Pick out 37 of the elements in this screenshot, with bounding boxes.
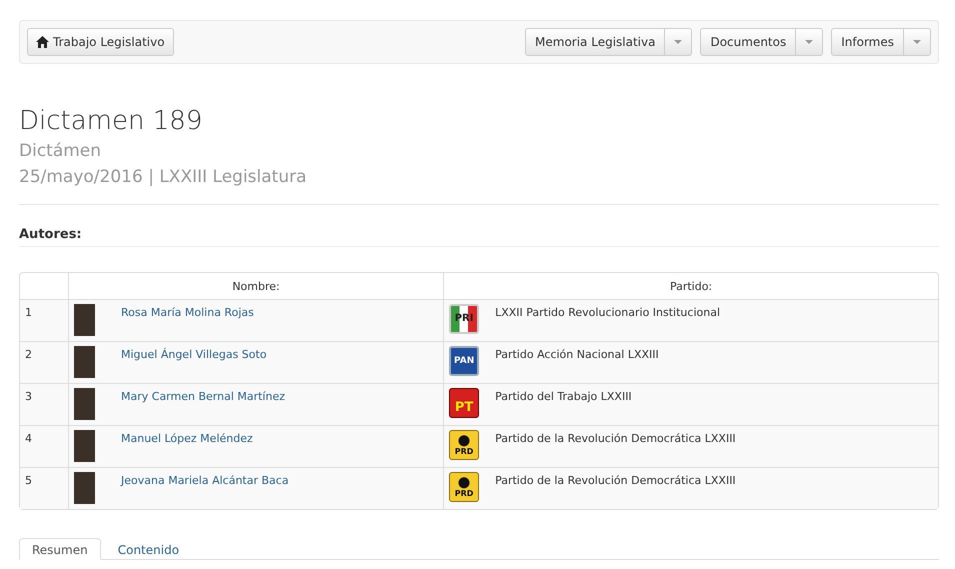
party-logo: PRD (449, 430, 480, 460)
party-logo: PRI (449, 304, 480, 334)
home-button[interactable]: Trabajo Legislativo (27, 28, 174, 56)
menu-button[interactable]: Memoria Legislativa (525, 28, 666, 56)
date-legislature: 25/mayo/2016 | LXXIII Legislatura (19, 166, 308, 189)
row-number: 3 (20, 383, 68, 425)
party-logo: PAN (449, 346, 480, 376)
home-icon (36, 36, 49, 48)
photo-placeholder (74, 346, 95, 378)
dropdown-toggle[interactable] (904, 28, 931, 56)
caret-icon (805, 40, 814, 44)
party-name: Partido del Trabajo LXXIII (495, 389, 632, 405)
party-logo: PT (449, 388, 480, 418)
photo-placeholder (74, 388, 95, 420)
party-logo: PRD (449, 472, 480, 502)
row-number: 4 (20, 425, 68, 467)
photo-placeholder (74, 304, 95, 336)
caret-icon (674, 40, 682, 44)
row-number: 2 (20, 341, 68, 383)
party-name: Partido de la Revolución Democrática LXXIII (495, 431, 736, 447)
photo-placeholder (74, 430, 95, 462)
menu-button[interactable]: Informes (831, 28, 904, 56)
dropdown-toggle[interactable] (796, 28, 824, 56)
caret-icon (913, 40, 921, 44)
section-heading: Autores: (19, 227, 939, 247)
photo-placeholder (74, 472, 95, 504)
row-number: 1 (20, 299, 68, 341)
document-type: Dictámen (19, 140, 102, 163)
party-name: Partido Acción Nacional LXXIII (495, 347, 659, 363)
party-name: Partido de la Revolución Democrática LXXIII (495, 473, 736, 489)
tab[interactable]: Contenido (104, 538, 192, 560)
row-number: 5 (20, 467, 68, 509)
dropdown-toggle[interactable] (665, 28, 692, 56)
menu-button[interactable]: Documentos (700, 28, 796, 56)
tab[interactable]: Resumen (19, 538, 101, 560)
party-name: LXXII Partido Revolucionario Institucional (495, 305, 720, 321)
page-title: Dictamen 189 (19, 106, 204, 136)
